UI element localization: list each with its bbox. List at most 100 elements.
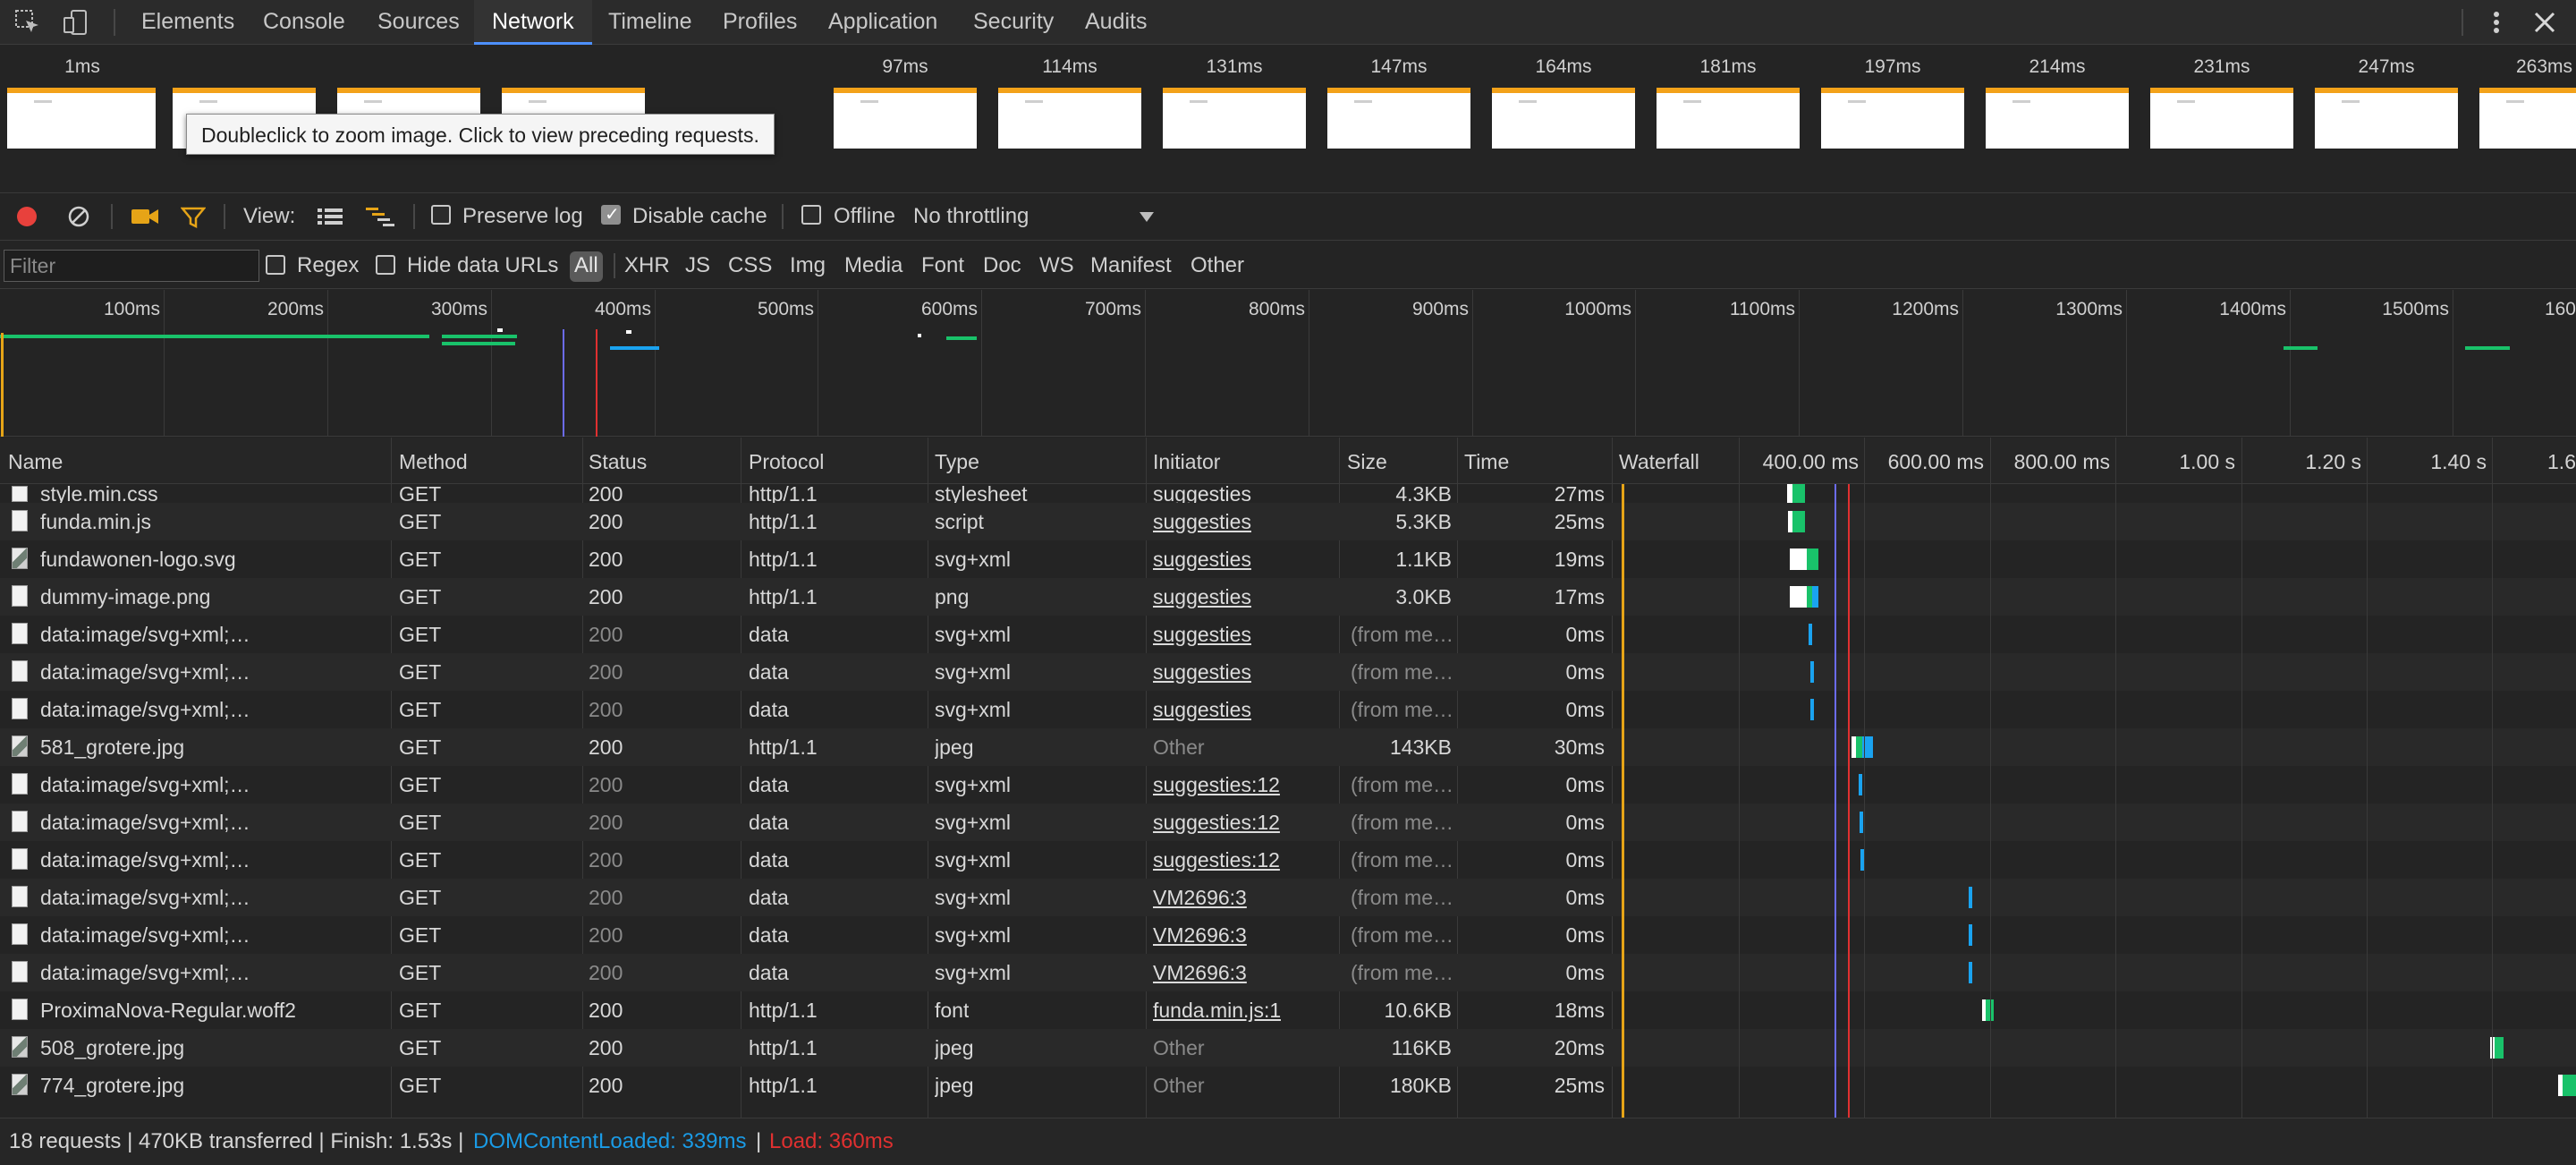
cell-initiator[interactable]: VM2696:3 (1153, 916, 1247, 954)
table-row[interactable]: data:image/svg+xml;… GET 200 data svg+xm… (0, 804, 2576, 841)
cell-type: svg+xml (935, 961, 1011, 984)
tab-application[interactable]: Application (810, 0, 955, 45)
filmstrip-frame[interactable] (1821, 88, 1964, 149)
cell-initiator[interactable]: suggesties (1153, 578, 1251, 616)
overview-tick: 200ms (267, 299, 324, 319)
filmstrip-frame[interactable] (1327, 88, 1470, 149)
table-row[interactable]: data:image/svg+xml;… GET 200 data svg+xm… (0, 691, 2576, 728)
throttling-select[interactable]: No throttling (913, 193, 1164, 240)
filter-type-doc[interactable]: Doc (983, 241, 1021, 290)
inspect-element-icon[interactable] (13, 7, 43, 38)
filter-type-js[interactable]: JS (685, 241, 710, 290)
tab-sources[interactable]: Sources (360, 0, 478, 45)
table-row[interactable]: data:image/svg+xml;… GET 200 data svg+xm… (0, 879, 2576, 916)
regex-checkbox[interactable] (266, 255, 285, 275)
table-row[interactable]: data:image/svg+xml;… GET 200 data svg+xm… (0, 616, 2576, 653)
file-icon (12, 886, 28, 907)
cell-initiator[interactable]: suggesties (1153, 691, 1251, 728)
filmstrip-frame[interactable] (834, 88, 977, 149)
tab-network[interactable]: Network (474, 0, 592, 45)
table-row[interactable]: data:image/svg+xml;… GET 200 data svg+xm… (0, 916, 2576, 954)
cell-initiator[interactable]: suggesties (1153, 653, 1251, 691)
capture-screenshots-icon[interactable] (131, 206, 159, 227)
cell-size: 1.1KB (1395, 548, 1452, 571)
table-row[interactable]: data:image/svg+xml;… GET 200 data svg+xm… (0, 954, 2576, 991)
table-row[interactable]: 581_grotere.jpg GET 200 http/1.1 jpeg Ot… (0, 728, 2576, 766)
filmstrip-time: 164ms (1535, 56, 1592, 77)
cell-initiator[interactable]: VM2696:3 (1153, 879, 1247, 916)
cell-initiator[interactable]: suggesties:12 (1153, 841, 1280, 879)
filter-type-manifest[interactable]: Manifest (1090, 241, 1172, 290)
table-row[interactable]: dummy-image.png GET 200 http/1.1 png sug… (0, 578, 2576, 616)
filter-input[interactable] (4, 250, 259, 282)
requests-summary: 18 requests | 470KB transferred | Finish… (9, 1129, 464, 1153)
filter-type-media[interactable]: Media (844, 241, 902, 290)
record-icon[interactable] (14, 204, 39, 229)
cell-method: GET (399, 1074, 442, 1097)
filter-type-xhr[interactable]: XHR (624, 241, 670, 290)
filter-icon[interactable] (181, 205, 206, 230)
chevron-down-icon[interactable] (1138, 209, 1156, 224)
filmstrip-frame[interactable] (1492, 88, 1635, 149)
tab-security[interactable]: Security (955, 0, 1072, 45)
cell-status: 200 (589, 1074, 623, 1097)
table-row[interactable]: data:image/svg+xml;… GET 200 data svg+xm… (0, 841, 2576, 879)
cell-initiator[interactable]: suggesties (1153, 616, 1251, 653)
offline-checkbox[interactable] (801, 205, 821, 225)
overview-waterfall-icon[interactable] (365, 206, 395, 227)
tab-console[interactable]: Console (245, 0, 363, 45)
filmstrip-frame[interactable] (1986, 88, 2129, 149)
cell-size: (from me… (1351, 660, 1453, 684)
cell-initiator[interactable]: suggesties:12 (1153, 804, 1280, 841)
filmstrip-frame[interactable] (998, 88, 1141, 149)
cell-initiator[interactable]: suggesties:12 (1153, 766, 1280, 804)
column-waterfall[interactable]: Waterfall (1619, 438, 1699, 486)
filter-type-css[interactable]: CSS (728, 241, 772, 290)
tab-timeline[interactable]: Timeline (590, 0, 710, 45)
filter-type-ws[interactable]: WS (1039, 241, 1074, 290)
cell-initiator[interactable]: suggesties (1153, 503, 1251, 540)
filter-type-other[interactable]: Other (1191, 241, 1244, 290)
tab-profiles[interactable]: Profiles (705, 0, 815, 45)
filmstrip-frame[interactable] (1657, 88, 1800, 149)
tab-audits[interactable]: Audits (1067, 0, 1165, 45)
more-options-icon[interactable] (2483, 9, 2510, 36)
clear-icon[interactable] (66, 204, 91, 229)
filter-type-font[interactable]: Font (921, 241, 964, 290)
filmstrip-frame[interactable] (2315, 88, 2458, 149)
table-row[interactable]: data:image/svg+xml;… GET 200 data svg+xm… (0, 653, 2576, 691)
filmstrip-frame[interactable] (2479, 88, 2576, 149)
cell-type: svg+xml (935, 886, 1011, 909)
cell-initiator[interactable]: funda.min.js:1 (1153, 991, 1281, 1029)
cell-protocol: http/1.1 (749, 999, 818, 1022)
table-row[interactable]: 508_grotere.jpg GET 200 http/1.1 jpeg Ot… (0, 1029, 2576, 1067)
cell-initiator[interactable]: suggesties (1153, 540, 1251, 578)
filmstrip-frame[interactable] (2150, 88, 2293, 149)
overview-tick: 1300ms (2055, 299, 2123, 319)
cell-protocol: http/1.1 (749, 548, 818, 571)
filmstrip-time: 247ms (2358, 56, 2415, 77)
cell-protocol: data (749, 886, 789, 909)
table-row[interactable]: data:image/svg+xml;… GET 200 data svg+xm… (0, 766, 2576, 804)
device-mode-icon[interactable] (61, 7, 91, 38)
table-row[interactable]: funda.min.js GET 200 http/1.1 script sug… (0, 503, 2576, 540)
table-row[interactable]: 774_grotere.jpg GET 200 http/1.1 jpeg Ot… (0, 1067, 2576, 1104)
overview-tick: 100ms (103, 299, 160, 319)
filmstrip-frame[interactable] (1163, 88, 1306, 149)
cell-time: 25ms (1554, 510, 1605, 533)
cell-initiator[interactable]: VM2696:3 (1153, 954, 1247, 991)
large-rows-icon[interactable] (317, 206, 343, 227)
filter-type-all[interactable]: All (570, 251, 603, 282)
disable-cache-checkbox[interactable] (601, 203, 621, 225)
cell-size: (from me… (1351, 773, 1453, 796)
table-row[interactable]: ProximaNova-Regular.woff2 GET 200 http/1… (0, 991, 2576, 1029)
filter-type-img[interactable]: Img (790, 241, 826, 290)
hide-data-urls-checkbox[interactable] (376, 255, 395, 275)
tab-elements[interactable]: Elements (123, 0, 252, 45)
close-icon[interactable] (2531, 9, 2558, 36)
network-overview[interactable]: 100ms 200ms 300ms 400ms 500ms 600ms 700m… (0, 290, 2576, 437)
filmstrip-frame[interactable] (7, 88, 156, 149)
network-toolbar: View: Preserve log Disable cache Offline… (0, 192, 2576, 239)
table-row[interactable]: fundawonen-logo.svg GET 200 http/1.1 svg… (0, 540, 2576, 578)
preserve-log-checkbox[interactable] (431, 205, 451, 225)
